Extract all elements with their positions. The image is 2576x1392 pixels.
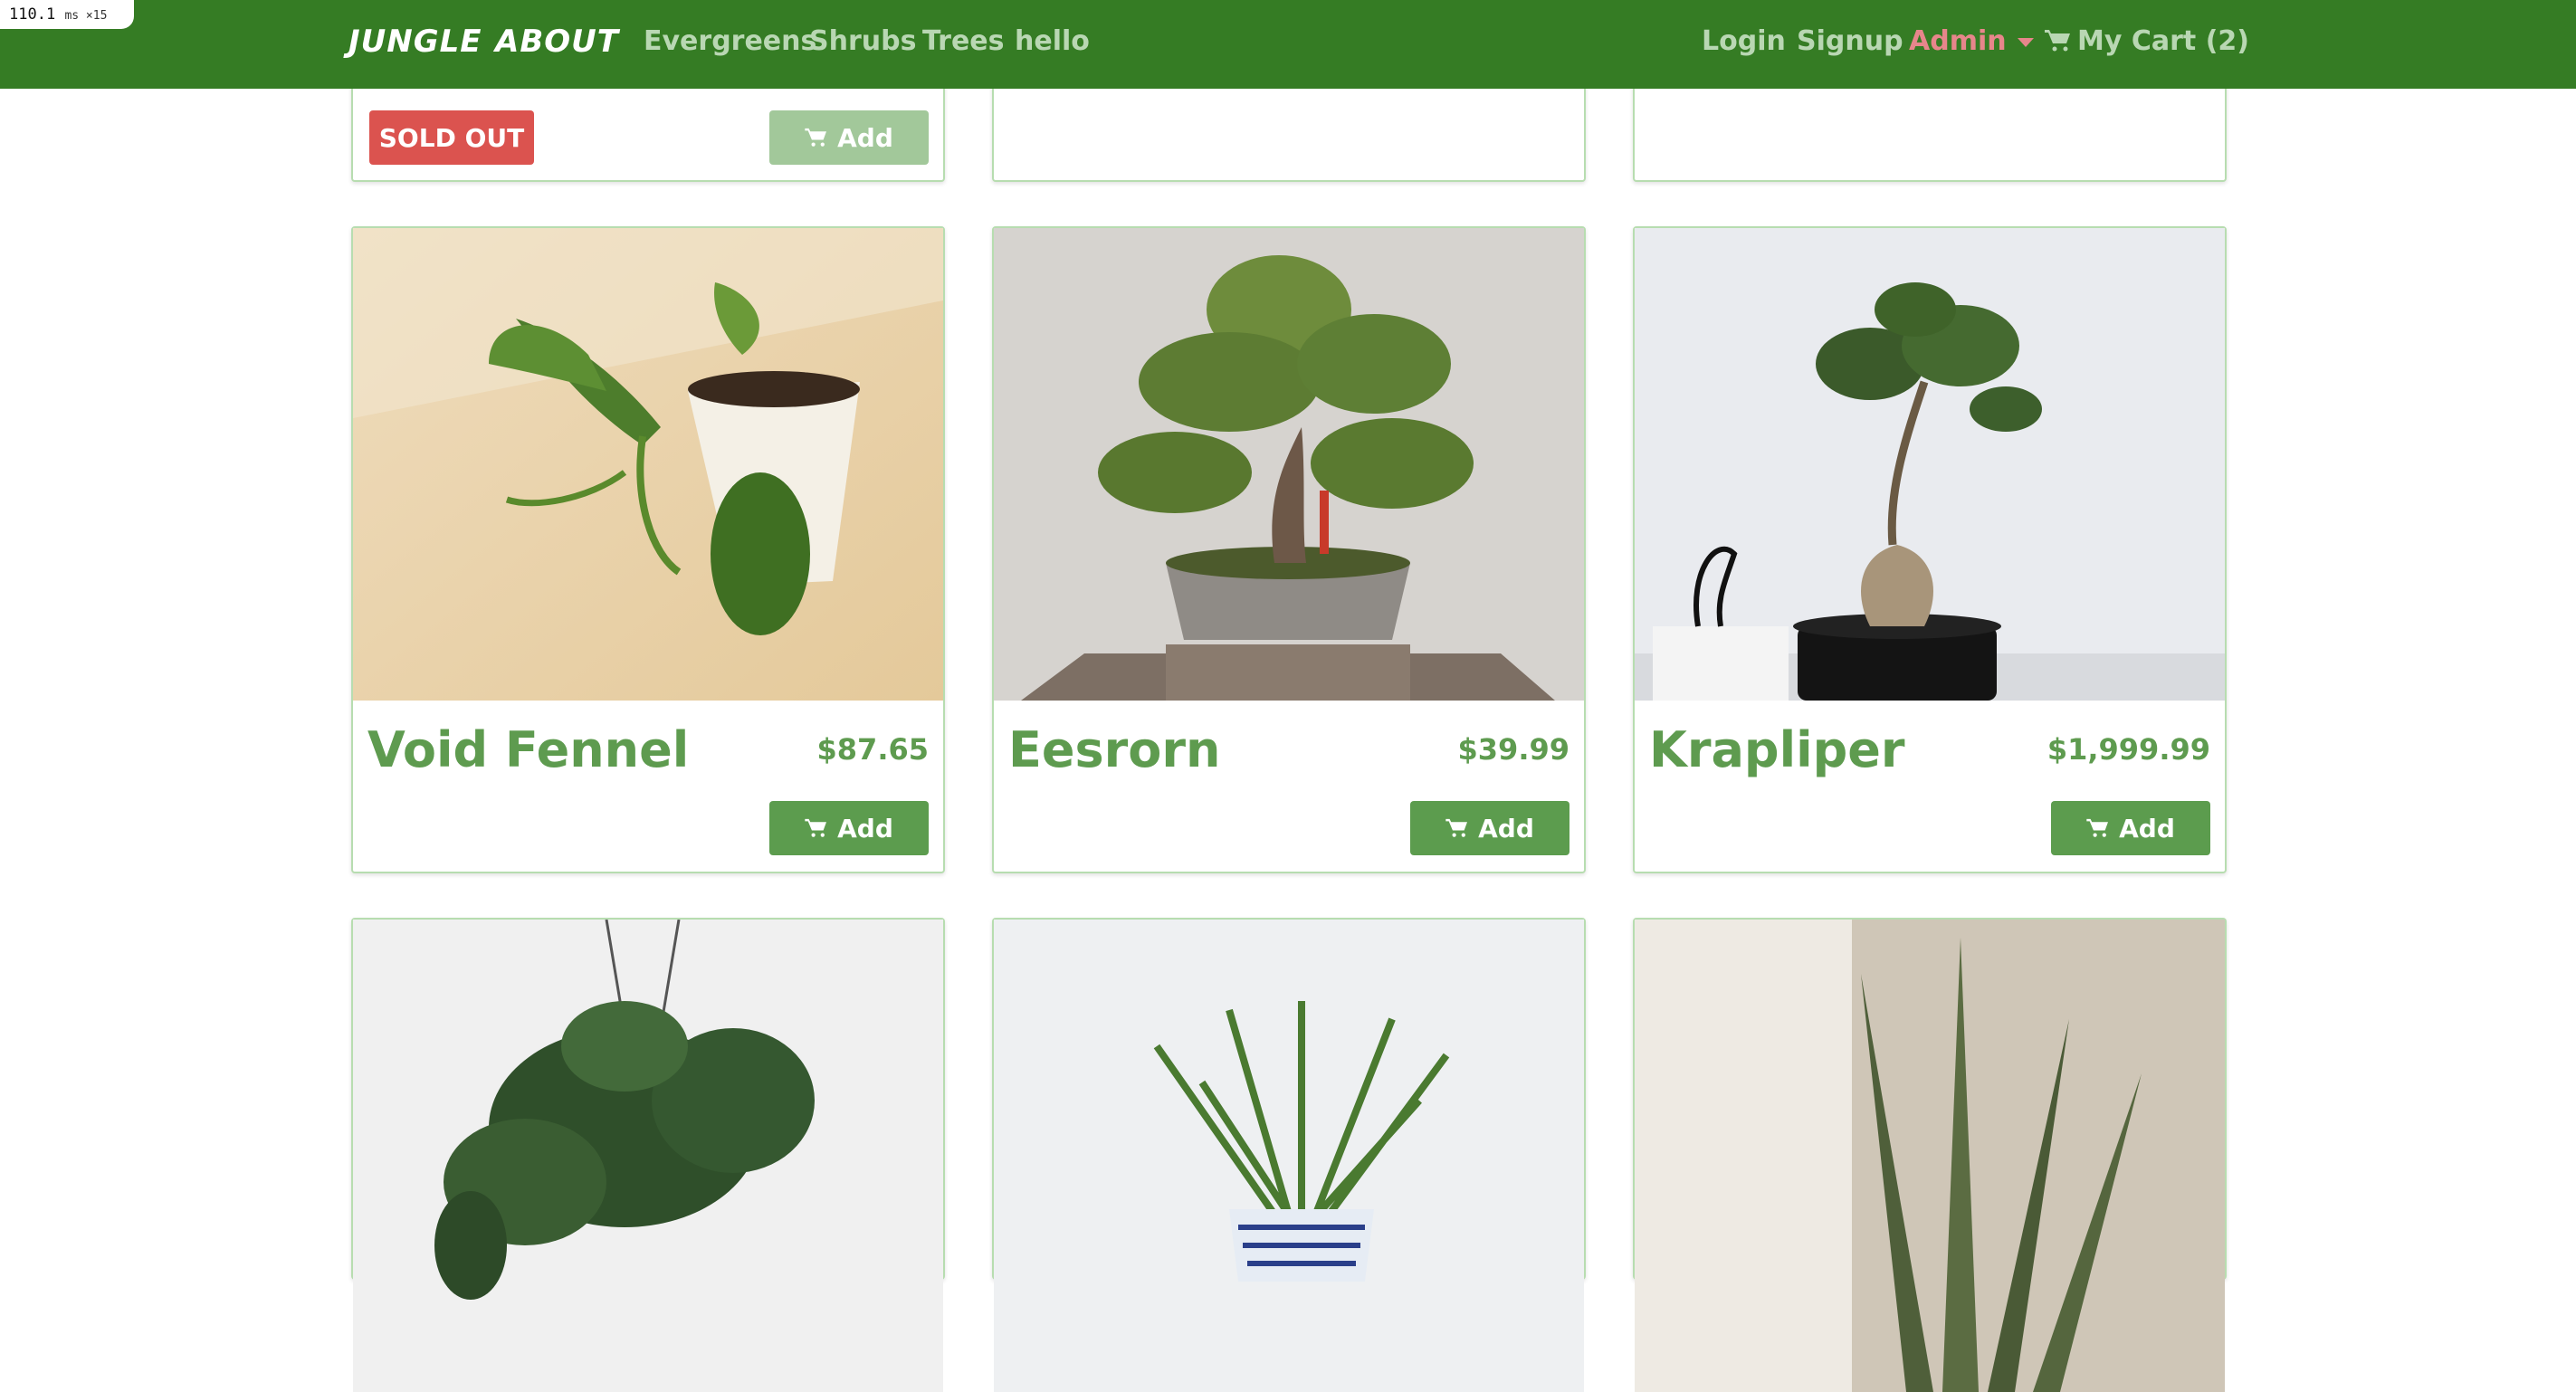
product-card: Krapliper $1,999.99 Add <box>1633 226 2227 873</box>
add-label: Add <box>2119 813 2175 844</box>
product-card: Eesrorn $39.99 Add <box>992 226 1586 873</box>
cart-icon <box>2086 818 2109 837</box>
nav-category-trees[interactable]: Trees <box>922 25 1005 57</box>
product-card <box>351 918 945 1392</box>
add-to-cart-button[interactable]: Add <box>769 801 929 855</box>
perf-unit: ms ×15 <box>64 9 108 23</box>
nav-category-hello[interactable]: hello <box>1015 25 1090 57</box>
perf-value: 110.1 <box>9 5 56 24</box>
add-to-cart-button[interactable]: Add <box>1410 801 1569 855</box>
product-name: Krapliper <box>1649 721 1905 778</box>
add-label: Add <box>837 122 893 153</box>
navbar: JUNGLE ABOUT Evergreens Shrubs Trees hel… <box>0 0 2576 89</box>
brand-jungle-link[interactable]: JUNGLE <box>348 24 482 60</box>
product-price: $1,999.99 <box>2046 732 2210 767</box>
nav-category-evergreens[interactable]: Evergreens <box>644 25 816 57</box>
admin-label: Admin <box>1909 25 2007 57</box>
cart-icon <box>1445 818 1468 837</box>
cart-icon <box>805 128 827 147</box>
add-to-cart-button[interactable]: Add <box>2051 801 2210 855</box>
product-image <box>1635 228 2225 701</box>
cart-icon <box>2045 30 2070 52</box>
cart-icon <box>805 818 827 837</box>
signup-link[interactable]: Signup <box>1797 25 1903 57</box>
product-card <box>1633 918 2227 1392</box>
product-card: Void Fennel $87.65 Add <box>351 226 945 873</box>
product-price: $39.99 <box>1457 732 1569 767</box>
add-label: Add <box>837 813 893 844</box>
admin-dropdown[interactable]: Admin <box>1909 25 2034 57</box>
product-image <box>1635 920 2225 1392</box>
caret-down-icon <box>2017 37 2034 47</box>
login-link[interactable]: Login <box>1702 25 1786 57</box>
product-image <box>353 228 943 701</box>
product-image <box>994 920 1584 1392</box>
cart-link[interactable]: My Cart (2) <box>2045 25 2249 57</box>
cart-label: My Cart (2) <box>2077 25 2249 57</box>
product-name: Void Fennel <box>367 721 690 778</box>
add-to-cart-button[interactable]: Add <box>769 110 929 165</box>
sold-out-badge: SOLD OUT <box>369 110 534 165</box>
product-image <box>353 920 943 1392</box>
product-image <box>994 228 1584 701</box>
perf-badge: 110.1 ms ×15 <box>0 0 134 29</box>
product-price: $87.65 <box>816 732 929 767</box>
product-card <box>992 918 1586 1392</box>
add-label: Add <box>1478 813 1534 844</box>
nav-category-shrubs[interactable]: Shrubs <box>809 25 916 57</box>
product-name: Eesrorn <box>1008 721 1221 778</box>
about-link[interactable]: ABOUT <box>495 24 619 60</box>
